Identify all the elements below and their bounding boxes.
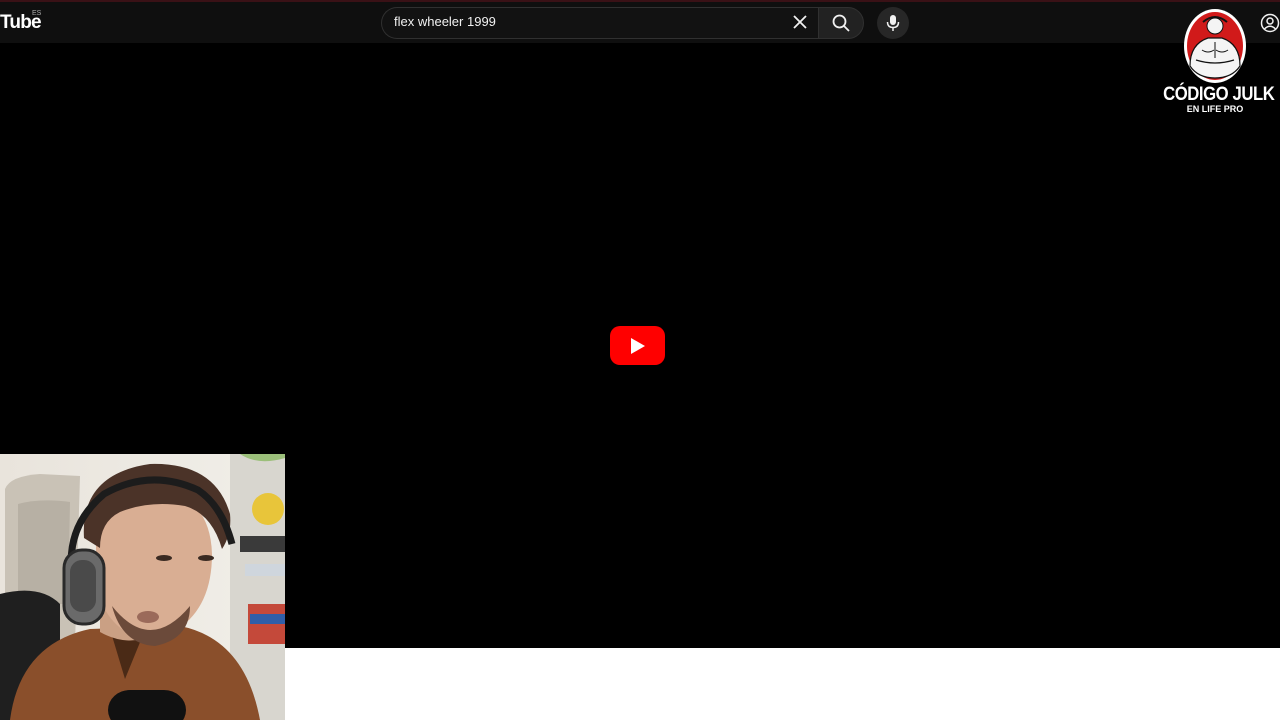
clear-search-button[interactable] (788, 10, 812, 34)
logo-title: CÓDIGO JULK (1163, 84, 1275, 105)
country-code: ES (32, 10, 42, 17)
logo-subtitle: EN LIFE PRO (1186, 104, 1244, 114)
search-icon (832, 14, 850, 32)
close-icon (793, 15, 807, 29)
webcam-overlay (0, 454, 285, 720)
bodybuilder-emblem-icon (1184, 9, 1246, 83)
play-button[interactable] (610, 326, 665, 365)
voice-search-button[interactable] (877, 7, 909, 39)
channel-logo-overlay: CÓDIGO JULK EN LIFE PRO (1156, 8, 1275, 116)
streamer-webcam-image (0, 454, 285, 720)
search-query[interactable]: flex wheeler 1999 (394, 14, 496, 29)
microphone-icon (886, 15, 900, 31)
search-button[interactable] (818, 7, 864, 39)
youtube-topbar: Tube ES flex wheeler 1999 (0, 0, 1280, 43)
youtube-play-icon (630, 337, 645, 354)
